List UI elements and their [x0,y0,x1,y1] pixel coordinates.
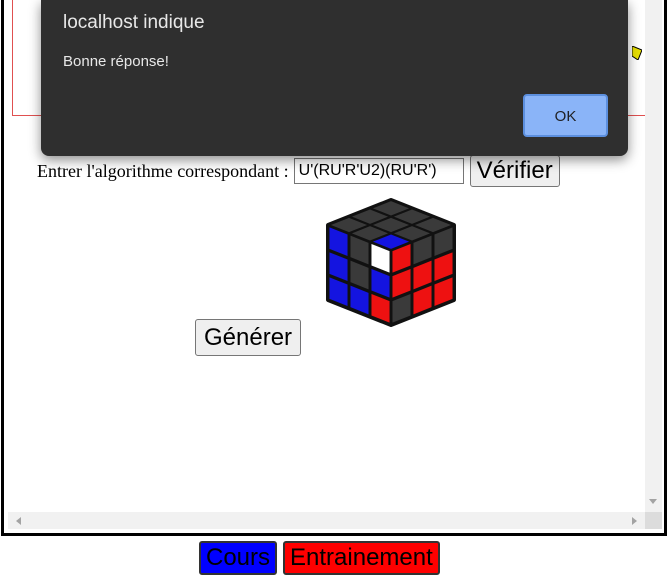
cours-button[interactable]: Cours [199,541,278,575]
alert-dialog: localhost indique Bonne réponse! OK [41,0,628,156]
algorithm-label: Entrer l'algorithme correspondant : [37,160,289,181]
dialog-message: Bonne réponse! [63,53,169,70]
bottom-nav: Cours Entrainement [199,541,440,575]
dialog-title: localhost indique [63,12,205,33]
horizontal-scrollbar[interactable] [8,512,645,529]
rubiks-cube-image [326,198,456,327]
scroll-down-arrow-icon[interactable] [649,499,657,504]
algorithm-input[interactable] [293,158,464,184]
generate-button[interactable]: Générer [195,319,302,356]
algorithm-row: Entrer l'algorithme correspondant : Véri… [37,155,560,187]
entrainement-button[interactable]: Entrainement [283,541,440,575]
scroll-right-arrow-icon[interactable] [632,517,637,525]
vertical-scrollbar[interactable] [645,0,662,512]
yellow-marker-icon [632,46,642,60]
verify-button[interactable]: Vérifier [469,155,560,187]
ok-button[interactable]: OK [523,94,608,137]
scrollbar-corner [645,512,662,529]
scroll-left-arrow-icon[interactable] [16,517,21,525]
